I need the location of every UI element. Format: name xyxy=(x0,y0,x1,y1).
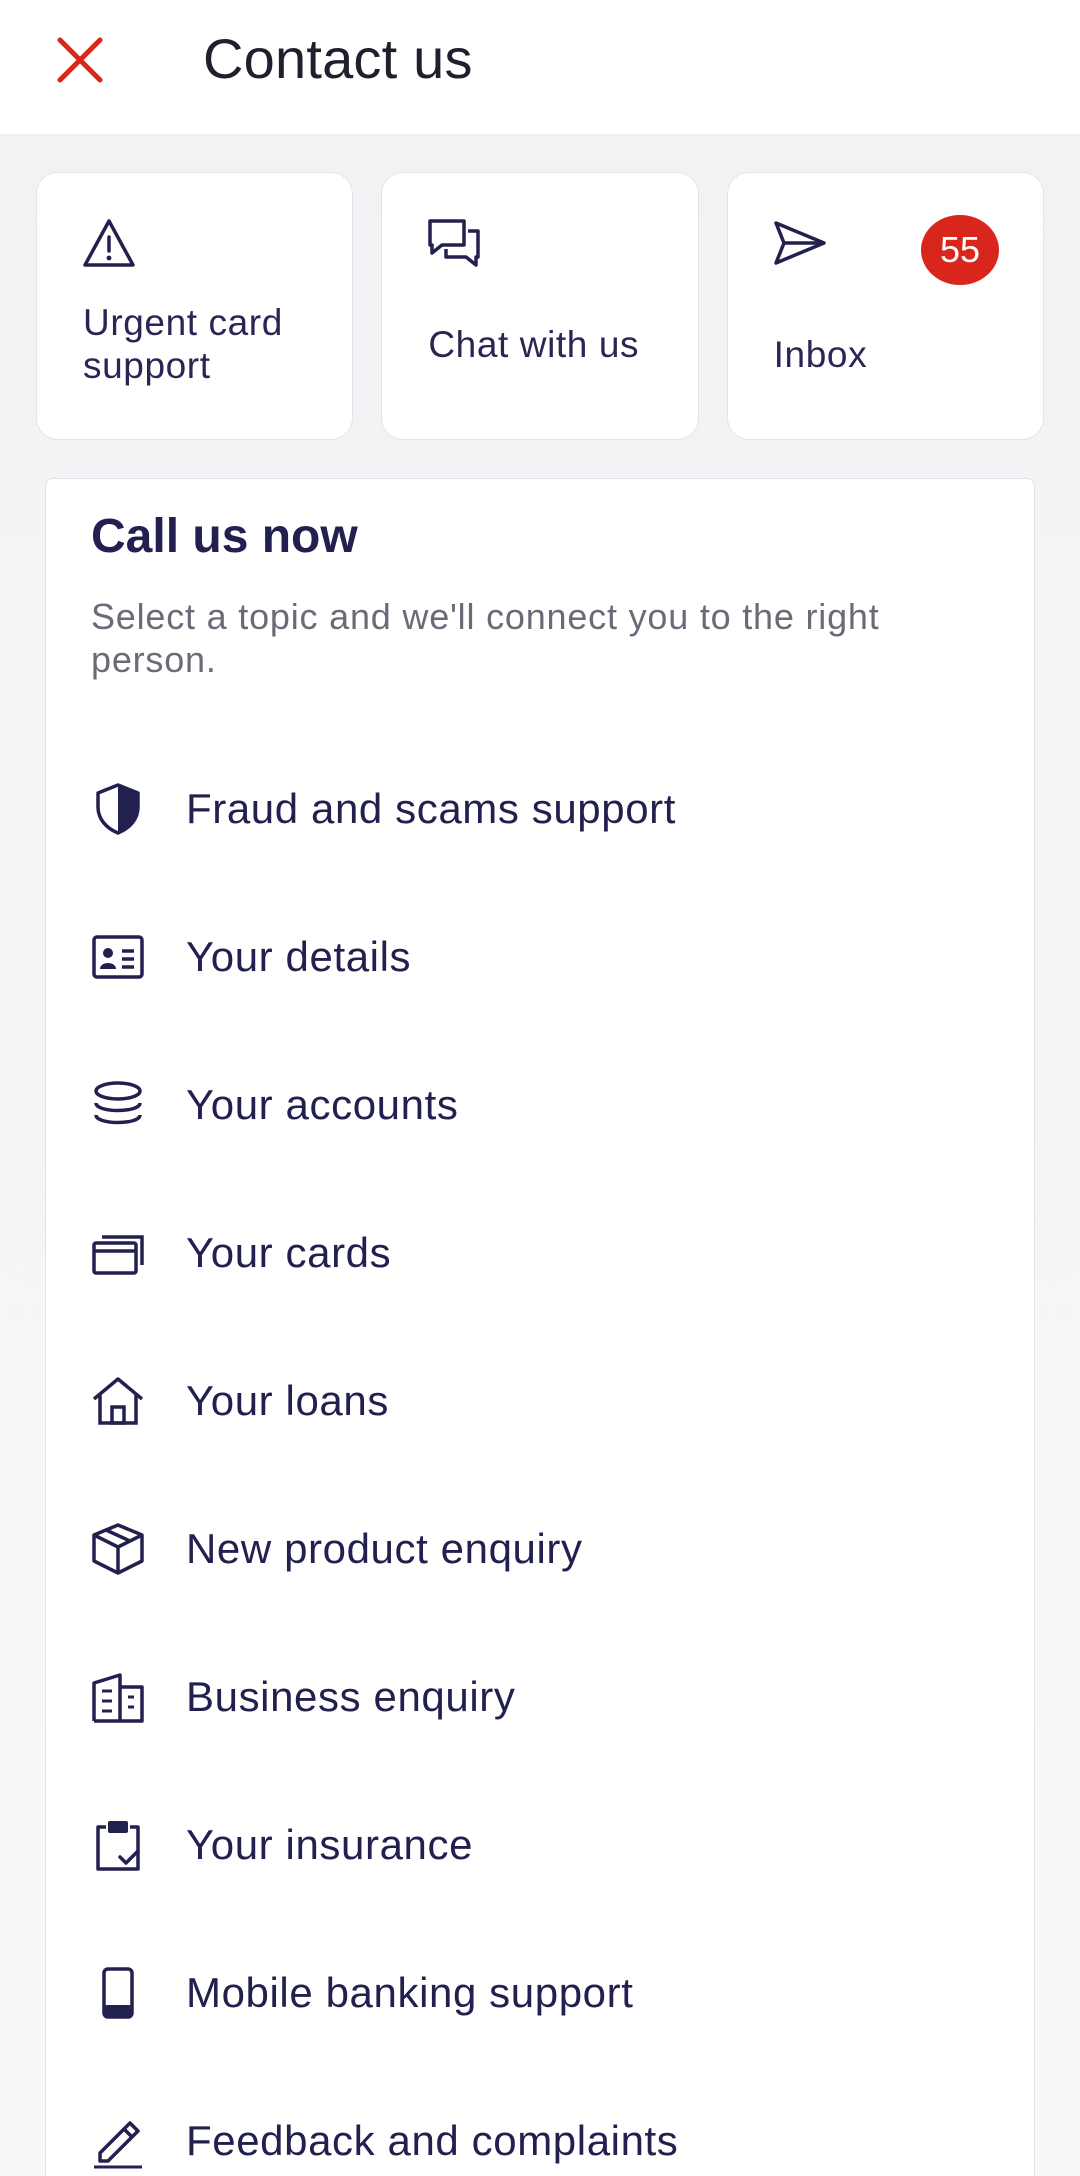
topic-label: Your loans xyxy=(186,1377,389,1424)
topic-mobile-banking-support[interactable]: Mobile banking support xyxy=(46,1919,1036,2067)
topic-label: Your insurance xyxy=(186,1821,474,1868)
pencil-icon xyxy=(94,2121,142,2169)
urgent-card-support-button[interactable]: Urgent card support xyxy=(36,172,354,440)
page-title: Contact us xyxy=(203,27,473,90)
topic-your-details[interactable]: Your details xyxy=(46,883,1036,1031)
cards-icon xyxy=(92,1235,144,1275)
topic-feedback-and-complaints[interactable]: Feedback and complaints xyxy=(46,2067,1036,2176)
building-icon xyxy=(92,1673,144,1723)
topic-label: New product enquiry xyxy=(186,1525,583,1572)
send-icon xyxy=(773,221,826,265)
id-card-icon xyxy=(92,935,144,979)
close-button[interactable] xyxy=(48,28,112,92)
inbox-button[interactable]: 55 Inbox xyxy=(726,172,1044,440)
topic-new-product-enquiry[interactable]: New product enquiry xyxy=(46,1475,1036,1623)
topic-label: Your cards xyxy=(186,1229,392,1276)
warning-triangle-icon xyxy=(83,219,135,267)
clipboard-check-icon xyxy=(96,1821,140,1871)
call-us-card: Call us now Select a topic and we'll con… xyxy=(45,478,1035,2176)
close-icon xyxy=(57,37,103,83)
app-bar: Contact us xyxy=(0,0,1080,134)
coins-stack-icon xyxy=(94,1081,142,1125)
house-icon xyxy=(92,1377,144,1425)
topic-label: Fraud and scams support xyxy=(186,785,677,832)
mobile-phone-icon xyxy=(102,1967,134,2019)
topic-label: Your accounts xyxy=(186,1081,459,1128)
topic-label: Mobile banking support xyxy=(186,1969,634,2016)
chat-with-us-button[interactable]: Chat with us xyxy=(381,172,699,440)
topic-business-enquiry[interactable]: Business enquiry xyxy=(46,1623,1036,1771)
call-us-subtitle: Select a topic and we'll connect you to … xyxy=(91,596,880,680)
chat-with-us-label: Chat with us xyxy=(428,324,640,365)
shield-icon xyxy=(96,783,140,835)
topic-your-accounts[interactable]: Your accounts xyxy=(46,1031,1036,1179)
topic-list: Fraud and scams support Your details You… xyxy=(46,735,1036,2176)
urgent-card-label-line2: support xyxy=(83,345,211,386)
chat-bubbles-icon xyxy=(428,219,481,267)
quick-actions: Urgent card support Chat with us 55 Inbo… xyxy=(36,172,1044,440)
urgent-card-label-line1: Urgent card xyxy=(83,302,283,343)
topic-your-insurance[interactable]: Your insurance xyxy=(46,1771,1036,1919)
topic-label: Your details xyxy=(186,933,412,980)
topic-label: Feedback and complaints xyxy=(186,2117,679,2164)
call-us-title: Call us now xyxy=(91,510,358,563)
topic-your-loans[interactable]: Your loans xyxy=(46,1327,1036,1475)
topic-fraud-and-scams[interactable]: Fraud and scams support xyxy=(46,735,1036,883)
topic-label: Business enquiry xyxy=(186,1673,516,1720)
topic-your-cards[interactable]: Your cards xyxy=(46,1179,1036,1327)
inbox-label: Inbox xyxy=(773,334,868,375)
box-icon xyxy=(92,1523,144,1575)
inbox-unread-badge: 55 xyxy=(920,215,999,285)
